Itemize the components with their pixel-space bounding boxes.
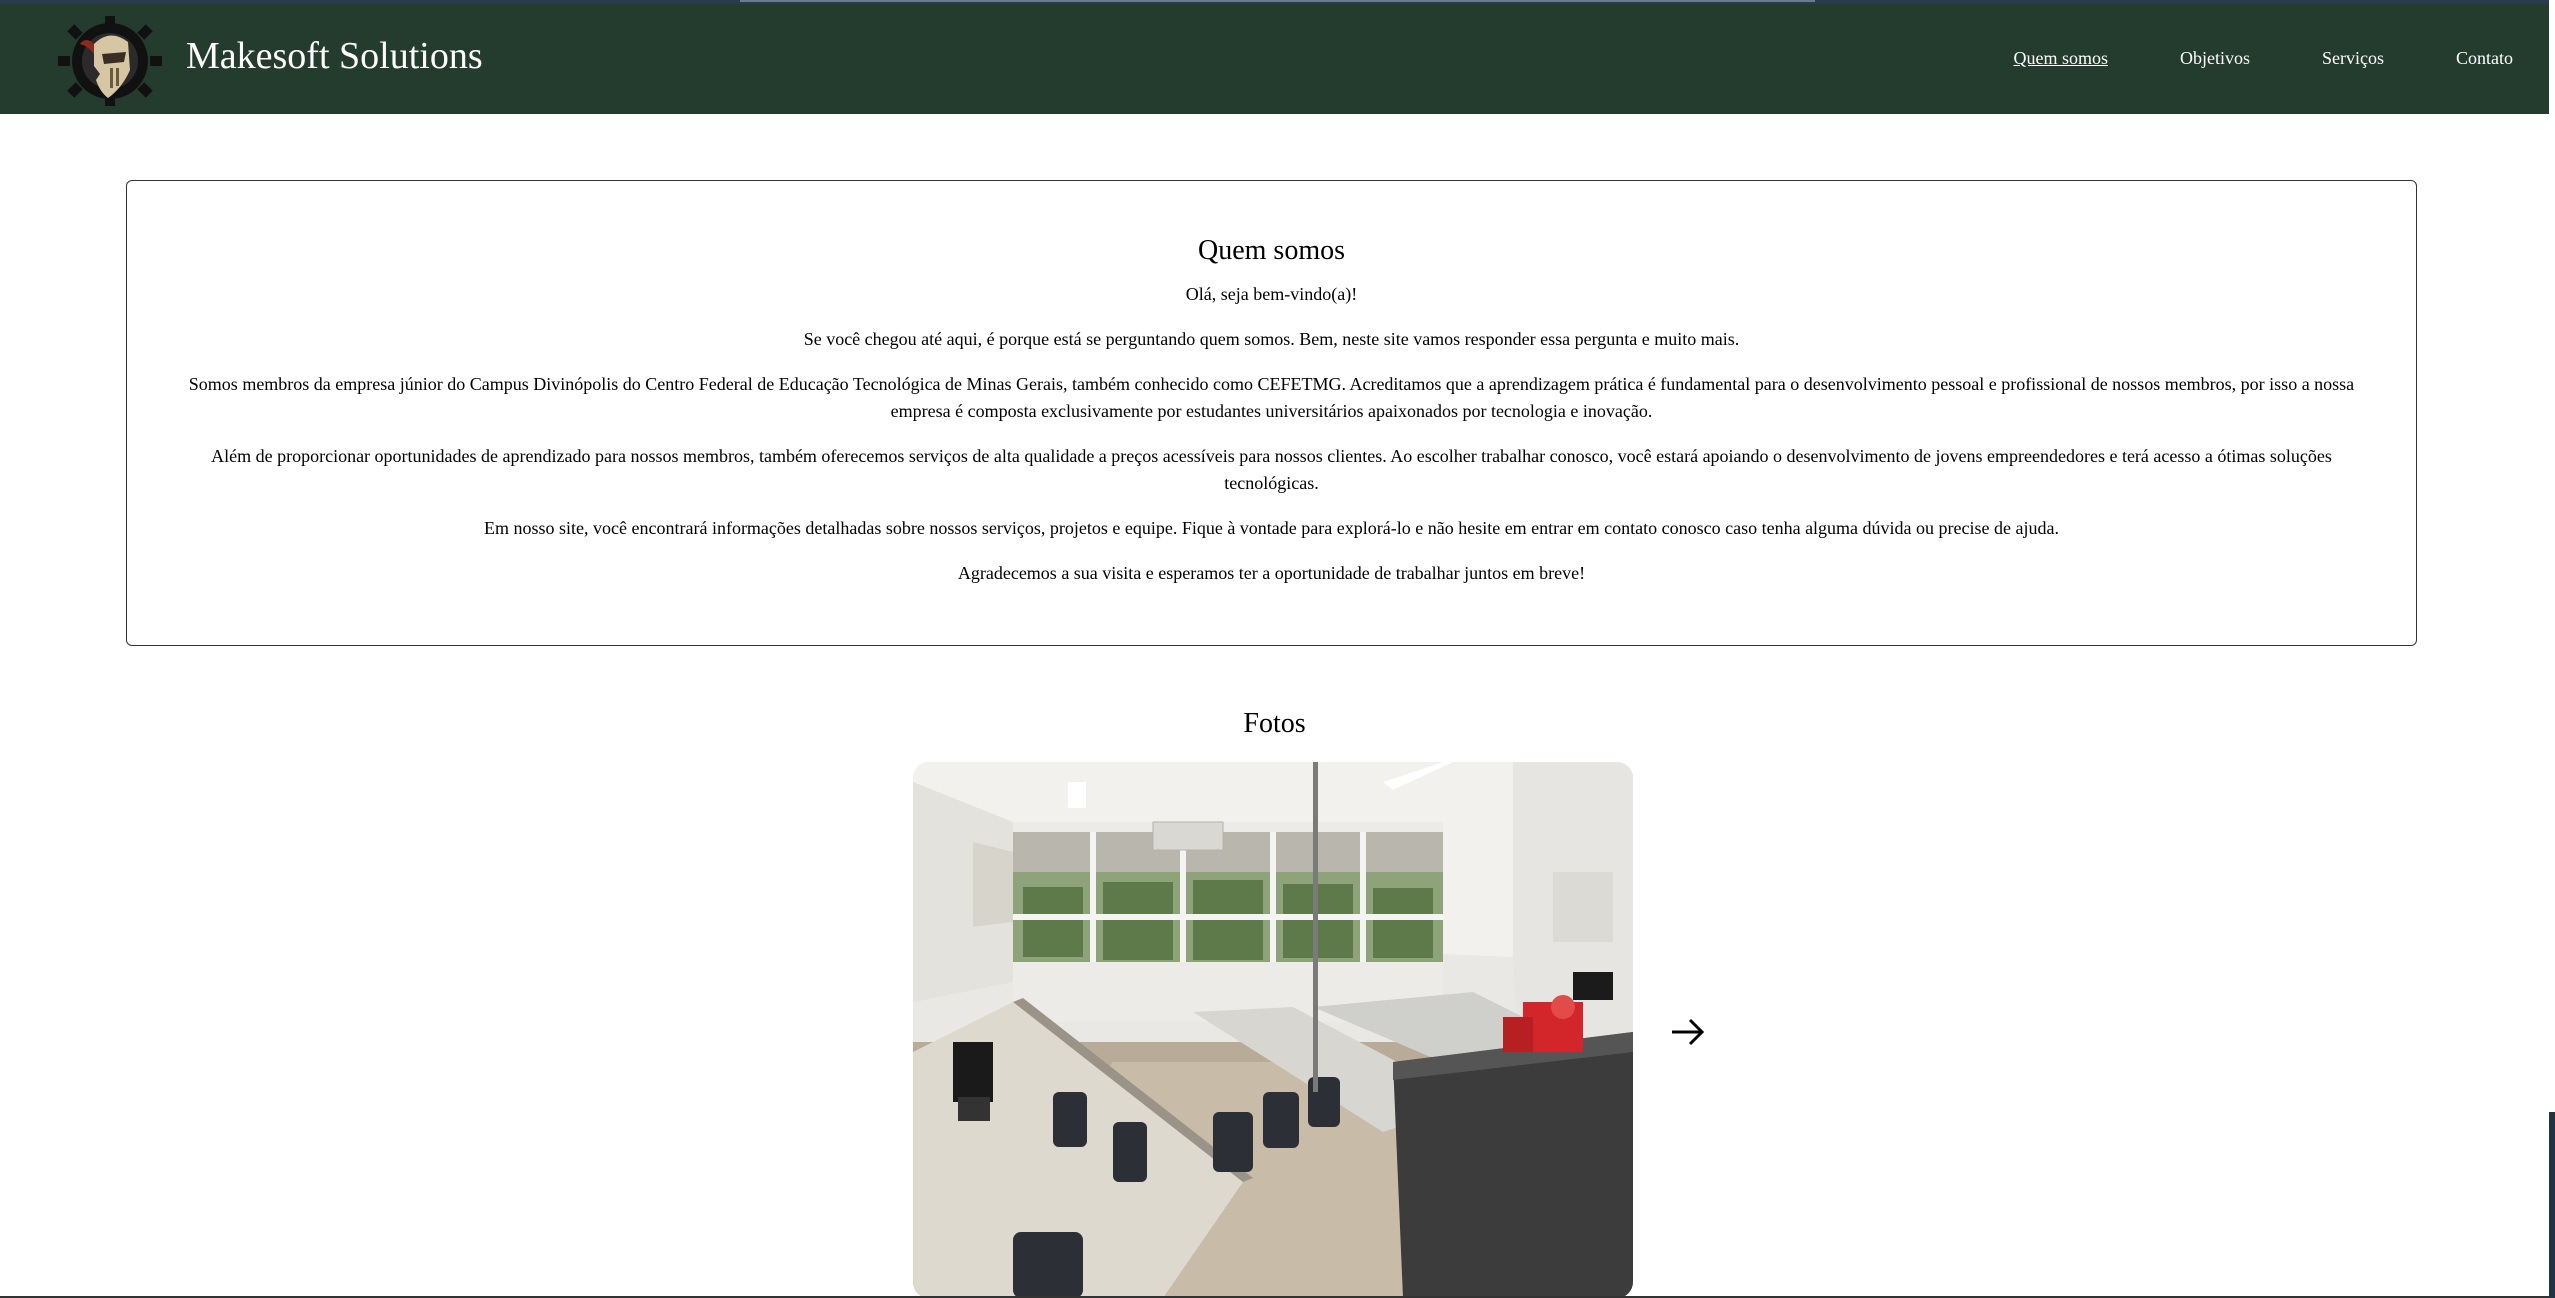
- nav-objetivos[interactable]: Objetivos: [2180, 48, 2250, 69]
- about-paragraph-services: Além de proporcionar oportunidades de ap…: [211, 446, 2332, 493]
- top-border-accent: [740, 0, 1815, 2]
- knight-helmet-gear-logo[interactable]: [50, 14, 170, 108]
- about-paragraph-intro: Se você chegou até aqui, é porque está s…: [803, 329, 1740, 349]
- lab-room-image: [913, 762, 1633, 1298]
- scrollbar-track: [2549, 0, 2555, 1298]
- main-nav: Quem somos Objetivos Serviços Contato: [2014, 48, 2514, 69]
- fotos-title: Fotos: [1243, 708, 1306, 739]
- scrollbar-thumb[interactable]: [2549, 1112, 2555, 1298]
- about-paragraph-greeting: Olá, seja bem-vindo(a)!: [1185, 284, 1358, 304]
- brand-name[interactable]: Makesoft Solutions: [186, 34, 483, 78]
- nav-contato[interactable]: Contato: [2456, 48, 2513, 69]
- site-header: Makesoft Solutions Quem somos Objetivos …: [0, 4, 2549, 114]
- arrow-right-icon[interactable]: [1668, 1016, 1708, 1048]
- nav-servicos[interactable]: Serviços: [2322, 48, 2384, 69]
- nav-quem-somos[interactable]: Quem somos: [2014, 48, 2109, 69]
- carousel-photo-lab: [913, 762, 1633, 1298]
- about-section: Quem somos Olá, seja bem-vindo(a)! Se vo…: [126, 180, 2417, 646]
- about-paragraph-thanks: Agradecemos a sua visita e esperamos ter…: [957, 563, 1586, 583]
- about-paragraph-site: Em nosso site, você encontrará informaçõ…: [484, 518, 2059, 538]
- about-paragraph-who: Somos membros da empresa júnior do Campu…: [188, 374, 2355, 421]
- about-title: Quem somos: [1198, 235, 1345, 266]
